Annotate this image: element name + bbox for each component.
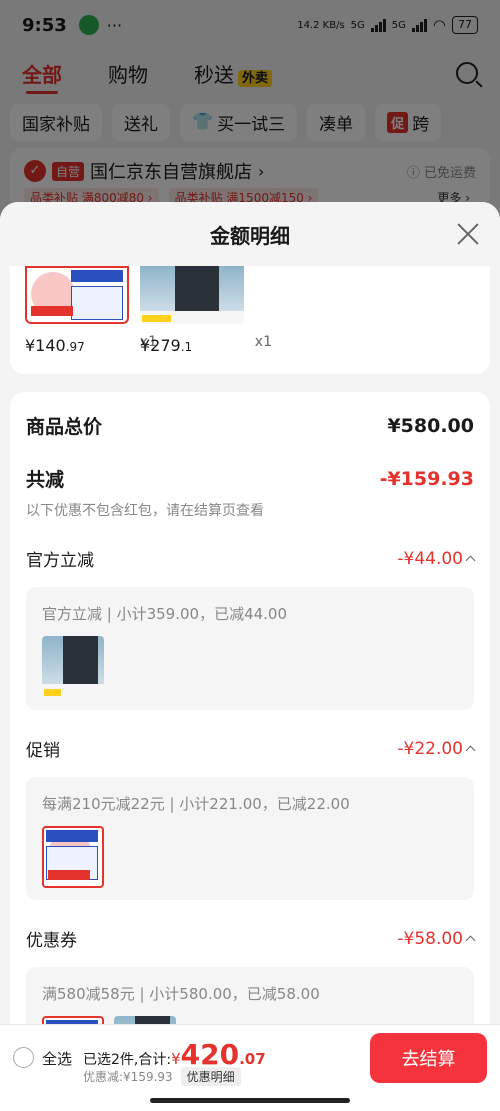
section-promotion: 促销 -¥22.00 每满210元减22元 | 小计221.00，已减22.00 — [26, 736, 476, 900]
product-image[interactable] — [42, 826, 104, 888]
goods-price: ¥279.1 — [140, 336, 193, 355]
close-icon[interactable] — [456, 222, 480, 246]
select-all-radio[interactable] — [13, 1047, 34, 1068]
section-box: 每满210元减22元 | 小计221.00，已减22.00 — [26, 777, 474, 900]
section-box: 官方立减 | 小计359.00，已减44.00 — [26, 587, 474, 710]
section-label: 促销 — [26, 741, 60, 761]
section-header[interactable]: 官方立减 -¥44.00 — [26, 546, 476, 571]
section-label: 官方立减 — [26, 551, 94, 571]
total-reduce-value: -¥159.93 — [379, 467, 474, 490]
section-value: -¥58.00 — [397, 929, 476, 949]
discount-note: 以下优惠不包含红包，请在结算页查看 — [26, 503, 264, 519]
currency-symbol: ¥ — [171, 1050, 181, 1068]
section-value: -¥22.00 — [397, 739, 476, 759]
product-image — [25, 266, 129, 324]
chevron-up-icon — [465, 745, 476, 756]
select-all-label[interactable]: 全选 — [42, 1048, 72, 1069]
total-price-label: 商品总价 — [26, 416, 103, 438]
home-indicator[interactable] — [150, 1098, 350, 1103]
sheet-header: 金额明细 — [0, 202, 500, 266]
total-summary: 已选2件,合计: ¥ 420 .07 — [83, 1041, 266, 1069]
discount-summary: 优惠减:¥159.93 优惠明细 — [83, 1067, 241, 1086]
section-value: -¥44.00 — [397, 549, 476, 569]
goods-item[interactable]: ¥140.97 x1 — [25, 266, 157, 355]
discount-detail-button[interactable]: 优惠明细 — [180, 1067, 241, 1086]
goods-price: ¥140.97 — [25, 336, 85, 355]
section-desc: 每满210元减22元 | 小计221.00，已减22.00 — [42, 795, 350, 813]
checkout-button[interactable]: 去结算 — [370, 1033, 487, 1083]
amount-decimal: .07 — [239, 1050, 266, 1068]
section-header[interactable]: 促销 -¥22.00 — [26, 736, 476, 761]
goods-card: ¥140.97 x1 ¥279.1 x1 — [10, 266, 490, 374]
sheet-title: 金额明细 — [210, 223, 290, 248]
amount-integer: 420 — [180, 1038, 240, 1071]
total-reduce-row: 共减 -¥159.93 — [26, 465, 474, 492]
product-image[interactable] — [42, 636, 104, 698]
goods-item[interactable]: ¥279.1 x1 — [140, 266, 272, 355]
section-desc: 满580减58元 | 小计580.00，已减58.00 — [42, 985, 320, 1003]
section-official-discount: 官方立减 -¥44.00 官方立减 | 小计359.00，已减44.00 — [26, 546, 476, 710]
goods-qty: x1 — [254, 334, 272, 350]
amount-detail-card: 商品总价 ¥580.00 共减 -¥159.93 以下优惠不包含红包，请在结算页… — [10, 392, 490, 1090]
total-price-value: ¥580.00 — [387, 414, 474, 437]
total-reduce-label: 共减 — [26, 469, 65, 491]
product-image — [140, 266, 244, 324]
total-price-row: 商品总价 ¥580.00 — [26, 412, 474, 439]
chevron-up-icon — [465, 935, 476, 946]
section-header[interactable]: 优惠券 -¥58.00 — [26, 926, 476, 951]
section-label: 优惠券 — [26, 931, 77, 951]
discount-amount: 优惠减:¥159.93 — [83, 1070, 173, 1084]
selected-count: 已选2件,合计: — [83, 1052, 172, 1068]
chevron-up-icon — [465, 555, 476, 566]
section-desc: 官方立减 | 小计359.00，已减44.00 — [42, 605, 288, 623]
amount-detail-sheet: 金额明细 ¥140.97 x1 ¥279.1 x1 商品总价 ¥580.00 共… — [0, 202, 500, 1111]
